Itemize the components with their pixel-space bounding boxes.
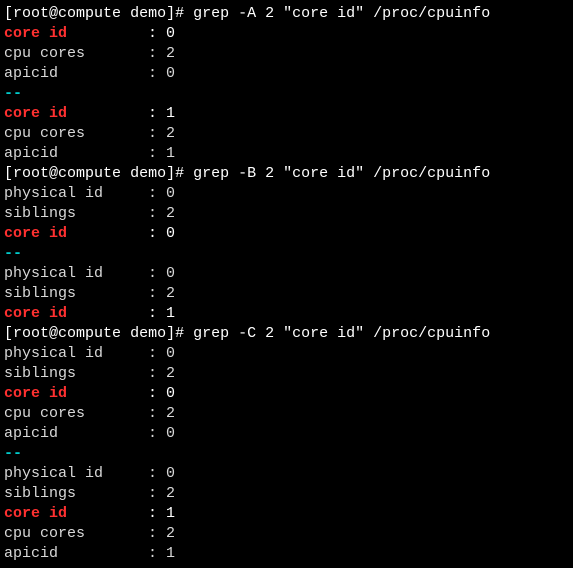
output-row: cpu cores : 2 — [4, 44, 569, 64]
grep-separator: -- — [4, 444, 569, 464]
grep-separator: -- — [4, 84, 569, 104]
output-row: cpu cores : 2 — [4, 404, 569, 424]
output-row: physical id : 0 — [4, 184, 569, 204]
output-row: cpu cores : 2 — [4, 524, 569, 544]
command-c: grep -C 2 "core id" /proc/cpuinfo — [193, 325, 490, 342]
output-row: core id : 0 — [4, 224, 569, 244]
output-row: siblings : 2 — [4, 364, 569, 384]
output-row: apicid : 0 — [4, 424, 569, 444]
command-a: grep -A 2 "core id" /proc/cpuinfo — [193, 5, 490, 22]
output-row: physical id : 0 — [4, 264, 569, 284]
output-row: siblings : 2 — [4, 484, 569, 504]
output-row: cpu cores : 2 — [4, 124, 569, 144]
output-row: apicid : 0 — [4, 64, 569, 84]
output-row: core id : 0 — [4, 24, 569, 44]
output-row: siblings : 2 — [4, 204, 569, 224]
output-row: physical id : 0 — [4, 344, 569, 364]
output-row: physical id : 0 — [4, 464, 569, 484]
output-row: core id : 1 — [4, 504, 569, 524]
output-row: core id : 0 — [4, 384, 569, 404]
grep-separator: -- — [4, 244, 569, 264]
prompt-line-3[interactable]: [root@compute demo]# grep -C 2 "core id"… — [4, 324, 569, 344]
output-row: siblings : 2 — [4, 284, 569, 304]
prompt-line-2[interactable]: [root@compute demo]# grep -B 2 "core id"… — [4, 164, 569, 184]
output-row: apicid : 1 — [4, 144, 569, 164]
terminal-output: [root@compute demo]# grep -A 2 "core id"… — [4, 4, 569, 564]
output-row: apicid : 1 — [4, 544, 569, 564]
command-b: grep -B 2 "core id" /proc/cpuinfo — [193, 165, 490, 182]
output-row: core id : 1 — [4, 104, 569, 124]
prompt-line-1[interactable]: [root@compute demo]# grep -A 2 "core id"… — [4, 4, 569, 24]
output-row: core id : 1 — [4, 304, 569, 324]
